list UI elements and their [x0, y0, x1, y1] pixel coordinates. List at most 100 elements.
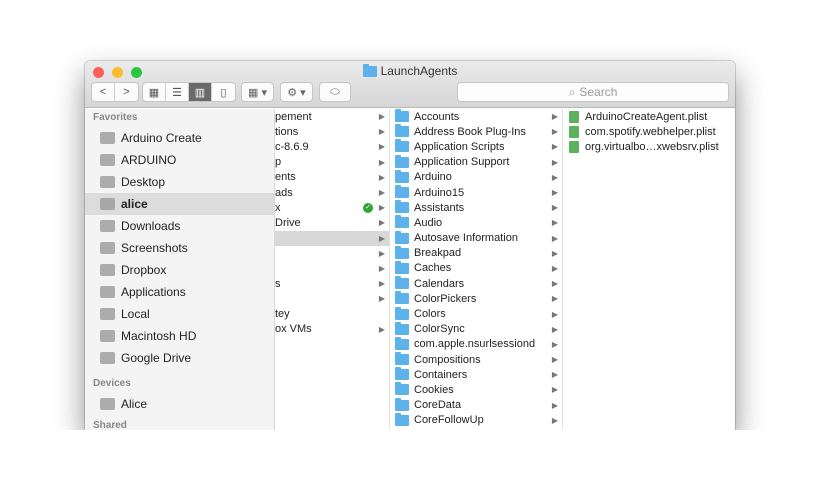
item-label: org.virtualbo…xwebsrv.plist	[585, 140, 719, 153]
search-field[interactable]: ⌕ Search	[457, 82, 729, 102]
back-button[interactable]: <	[92, 83, 115, 101]
item-label: s	[275, 277, 281, 290]
disclosure-arrow-icon: ▶	[551, 339, 558, 349]
folder-icon	[362, 63, 377, 77]
list-item[interactable]: s ▶	[275, 276, 389, 291]
folder-item[interactable]: Application Support ▶	[390, 154, 562, 170]
folder-item[interactable]: Arduino15 ▶	[390, 185, 562, 200]
sidebar-item-label: Screenshots	[121, 241, 188, 255]
cover-flow-button[interactable]: ▯	[212, 83, 235, 101]
folder-item[interactable]: Compositions ▶	[390, 352, 562, 367]
list-item[interactable]: ▶	[275, 246, 389, 261]
forward-button[interactable]: >	[115, 83, 138, 101]
file-item[interactable]: com.spotify.webhelper.plist	[563, 124, 735, 139]
item-label: Arduino	[414, 171, 452, 184]
folder-item[interactable]: Cookies ▶	[390, 382, 562, 397]
folder-icon	[100, 154, 115, 166]
folder-icon	[100, 308, 115, 320]
folder-item[interactable]: com.apple.nsurlsessiond ▶	[390, 336, 562, 352]
sidebar-item[interactable]: Google Drive	[85, 347, 274, 369]
folder-icon	[395, 185, 409, 199]
sidebar-item-label: Downloads	[121, 219, 181, 233]
disclosure-arrow-icon: ▶	[551, 400, 558, 410]
disclosure-arrow-icon: ▶	[378, 203, 385, 213]
list-view-button[interactable]: ☰	[166, 83, 189, 101]
column-view-button[interactable]: ▥	[189, 83, 212, 101]
folder-item[interactable]: Colors ▶	[390, 306, 562, 321]
folder-item[interactable]: CoreFollowUp ▶	[390, 412, 562, 428]
sidebar-item[interactable]: alice	[85, 193, 274, 215]
folder-item[interactable]: Autosave Information ▶	[390, 230, 562, 246]
list-item[interactable]: p ▶	[275, 155, 389, 170]
item-label: CoreData	[414, 399, 462, 412]
search-icon: ⌕	[568, 84, 576, 99]
disclosure-arrow-icon: ▶	[378, 233, 385, 243]
sidebar-item-label: Google Drive	[121, 351, 192, 365]
list-item[interactable]: c-8.6.9 ▶	[275, 139, 389, 154]
folder-item[interactable]: CoreData ▶	[390, 397, 562, 413]
toolbar: LaunchAgents < > ▦ ☰ ▥ ▯ ▦ ▾ ⚙ ▾ ⬭ ⌕ Sear…	[85, 61, 735, 108]
sidebar-item-label: ARDUINO	[121, 153, 177, 167]
disclosure-arrow-icon: ▶	[551, 157, 558, 167]
folder-item[interactable]: Calendars ▶	[390, 276, 562, 291]
folder-item[interactable]: Arduino ▶	[390, 169, 562, 185]
sidebar-item[interactable]: Screenshots	[85, 237, 274, 259]
sidebar-item[interactable]: Desktop	[85, 171, 274, 193]
folder-item[interactable]: Audio ▶	[390, 215, 562, 230]
column-3: ArduinoCreateAgent.plist com.spotify.webh…	[563, 109, 735, 430]
folder-item[interactable]: Address Book Plug-Ins ▶	[390, 124, 562, 139]
list-item[interactable]: ads ▶	[275, 185, 389, 200]
disclosure-arrow-icon: ▶	[378, 142, 385, 152]
item-label: Assistants	[414, 201, 465, 214]
icon-view-button[interactable]: ▦	[143, 83, 166, 101]
disclosure-arrow-icon: ▶	[551, 279, 558, 289]
folder-item[interactable]: Breakpad ▶	[390, 245, 562, 261]
disclosure-arrow-icon: ▶	[551, 415, 558, 425]
folder-item[interactable]: Assistants ▶	[390, 200, 562, 215]
list-item[interactable]: ▶	[275, 261, 389, 276]
sidebar-item-label: Macintosh HD	[121, 329, 197, 343]
folder-item[interactable]: Application Scripts ▶	[390, 139, 562, 154]
item-label: Accounts	[414, 110, 460, 123]
folder-item[interactable]: Accounts ▶	[390, 109, 562, 124]
folder-item[interactable]: ColorPickers ▶	[390, 291, 562, 306]
disk-icon	[100, 330, 115, 342]
disclosure-arrow-icon: ▶	[378, 294, 385, 304]
disclosure-arrow-icon: ▶	[551, 112, 558, 122]
list-item[interactable]: tions ▶	[275, 124, 389, 139]
list-item[interactable]: pement ▶	[275, 109, 389, 124]
sidebar-item[interactable]: Downloads	[85, 215, 274, 237]
list-item[interactable]: Drive ▶	[275, 215, 389, 230]
sidebar-item[interactable]: Alice	[85, 393, 274, 415]
folder-item[interactable]: Caches ▶	[390, 260, 562, 276]
disclosure-arrow-icon: ▶	[378, 263, 385, 273]
sidebar-item[interactable]: Local	[85, 303, 274, 325]
file-item[interactable]: org.virtualbo…xwebsrv.plist	[563, 139, 735, 154]
tag-button[interactable]: ⬭	[319, 82, 351, 102]
disclosure-arrow-icon: ▶	[378, 218, 385, 228]
folder-icon	[395, 397, 409, 411]
list-item[interactable]: ents ▶	[275, 170, 389, 185]
disclosure-arrow-icon: ▶	[551, 218, 558, 228]
list-item[interactable]: ▶	[275, 230, 389, 246]
list-item[interactable]: ox VMs ▶	[275, 322, 389, 337]
disclosure-arrow-icon: ▶	[378, 127, 385, 137]
arrange-button[interactable]: ▦ ▾	[241, 82, 274, 102]
item-label: ColorPickers	[414, 292, 477, 305]
list-item[interactable]: ▶	[275, 291, 389, 306]
action-gear-button[interactable]: ⚙ ▾	[280, 82, 313, 102]
folder-item[interactable]: Containers ▶	[390, 367, 562, 382]
sidebar-item[interactable]: ARDUINO	[85, 149, 274, 171]
list-item[interactable]: x ✓ ▶	[275, 200, 389, 215]
file-item[interactable]: ArduinoCreateAgent.plist	[563, 109, 735, 124]
sidebar-item[interactable]: Applications	[85, 281, 274, 303]
sidebar-item[interactable]: Macintosh HD	[85, 325, 274, 347]
devices-header: Devices	[93, 378, 131, 389]
sidebar-item[interactable]: Dropbox	[85, 259, 274, 281]
folder-icon	[100, 352, 115, 364]
folder-item[interactable]: ColorSync ▶	[390, 321, 562, 337]
sidebar-item[interactable]: Arduino Create	[85, 127, 274, 149]
list-item[interactable]: tey	[275, 306, 389, 321]
sidebar-item-label: Desktop	[121, 175, 166, 189]
column-1: pement ▶ tions ▶ c-8.6.9 ▶ p ▶ ents ▶ ads ▶ x ✓ ▶ Drive…	[275, 109, 390, 430]
